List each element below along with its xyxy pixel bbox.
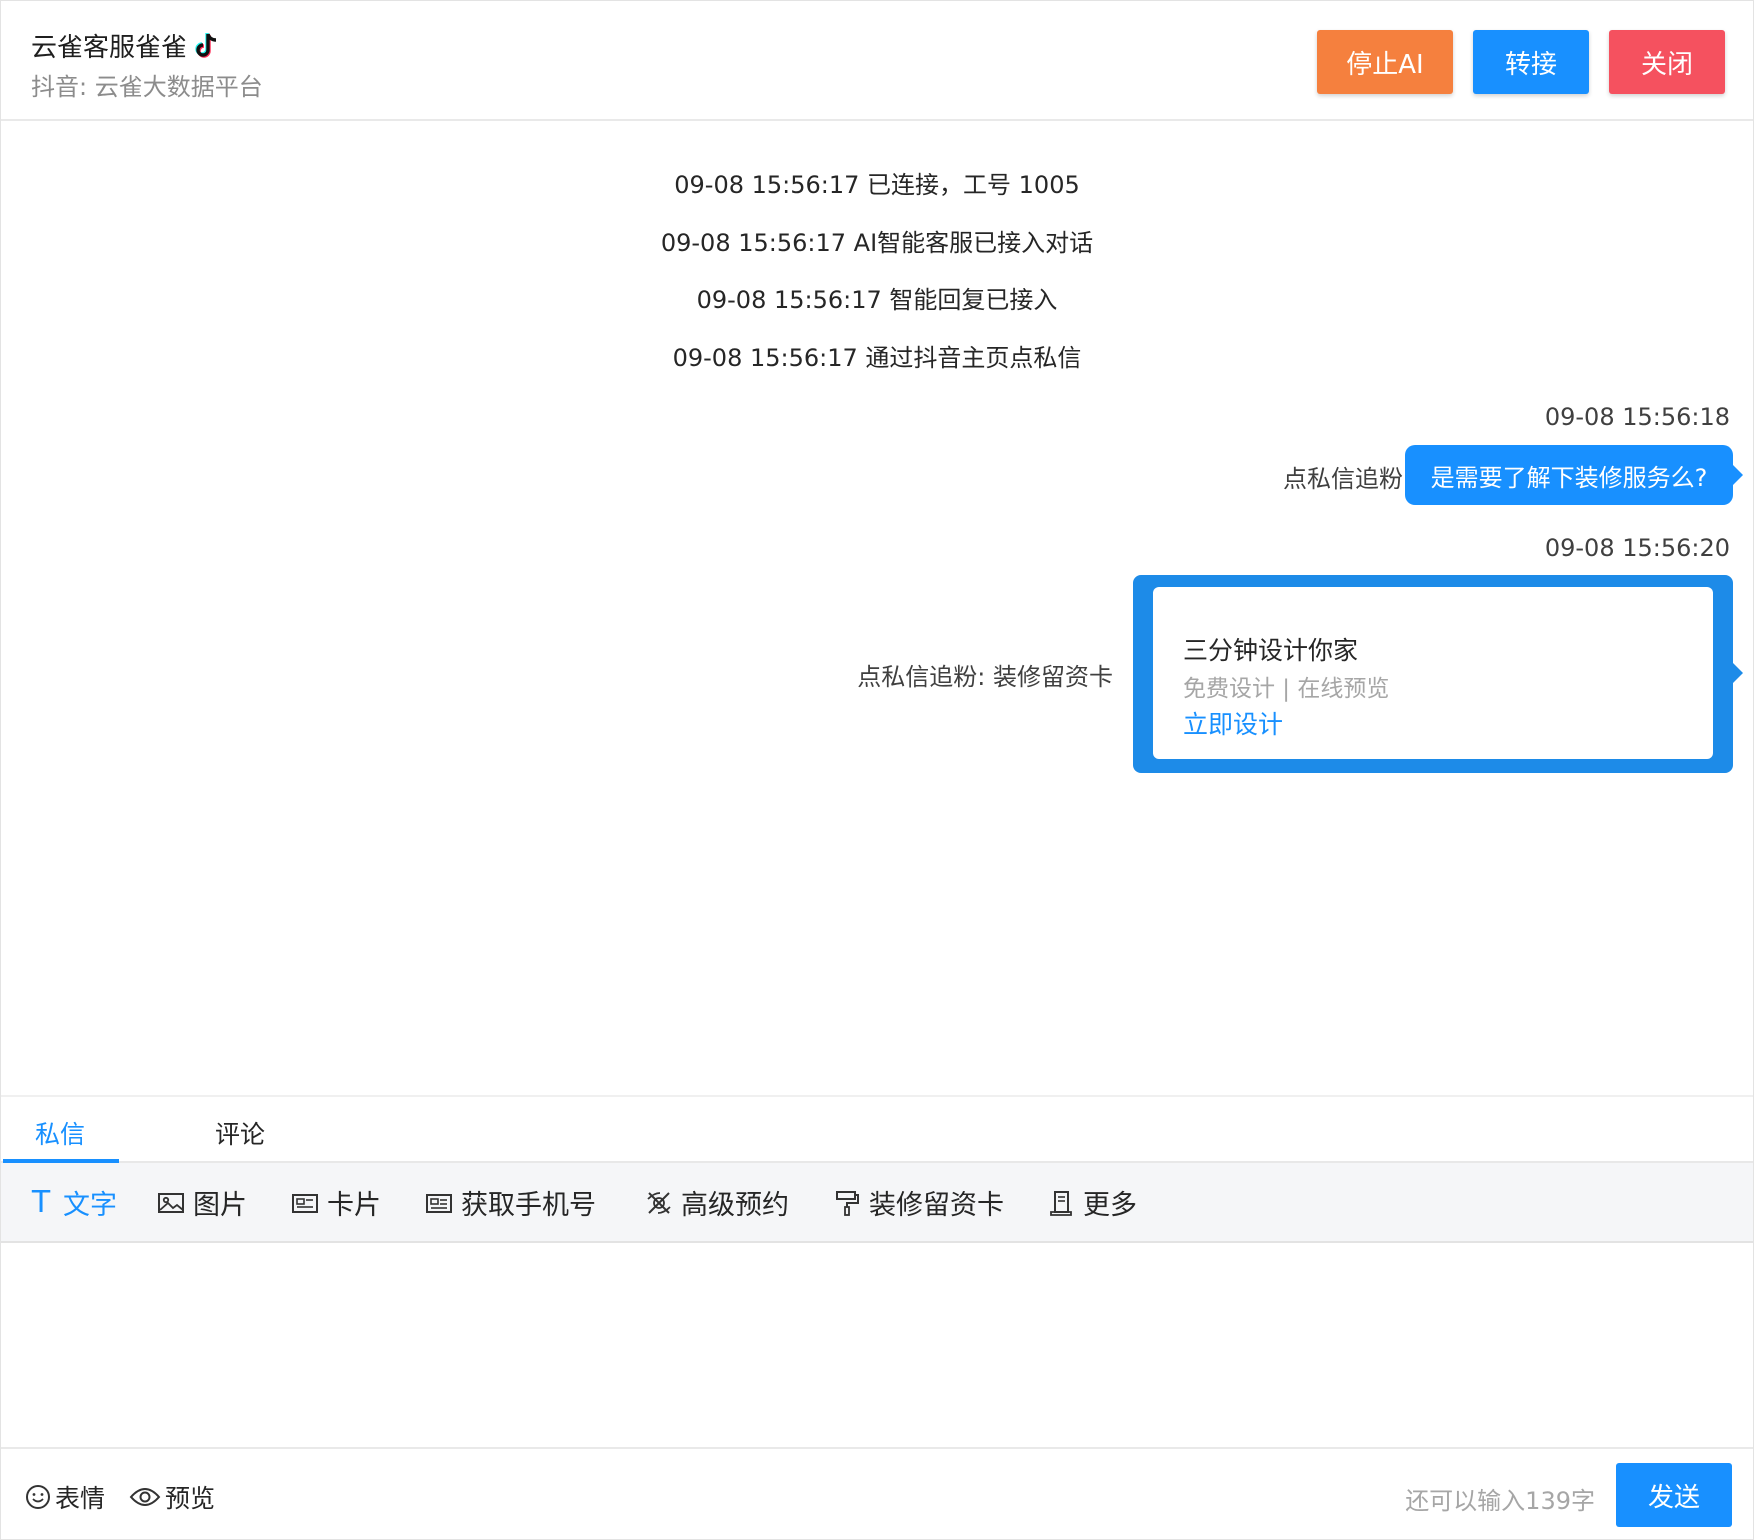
text-icon: T	[31, 1184, 51, 1220]
page-title: 云雀客服雀雀	[31, 33, 188, 63]
tool-label: 图片	[193, 1190, 247, 1221]
tool-renovation-lead-card[interactable]: 装修留资卡	[833, 1183, 1004, 1222]
emoji-label: 表情	[55, 1484, 106, 1513]
emoji-button[interactable]: 表情	[25, 1479, 105, 1515]
tab-private-message[interactable]: 私信	[35, 1115, 85, 1151]
page-subtitle: 抖音: 云雀大数据平台	[31, 73, 263, 101]
message-bubble: 是需要了解下装修服务么?	[1405, 445, 1743, 505]
tool-image[interactable]: 图片	[157, 1183, 247, 1222]
tool-label: 装修留资卡	[869, 1190, 1004, 1221]
message-timestamp: 09-08 15:56:20	[1544, 534, 1730, 562]
system-message: 09-08 15:56:17 通过抖音主页点私信	[672, 344, 1082, 372]
close-button[interactable]: 关闭	[1609, 30, 1725, 94]
chat-header: 云雀客服雀雀 抖音: 云雀大数据平台 停止AI 转接 关闭	[1, 1, 1753, 121]
card-message-bubble: 三分钟设计你家 免费设计 | 在线预览 立即设计	[1133, 575, 1743, 773]
image-icon	[158, 1192, 184, 1213]
tool-label: 高级预约	[681, 1190, 789, 1221]
system-message: 09-08 15:56:17 已连接，工号 1005	[674, 171, 1080, 199]
preview-label: 预览	[165, 1484, 216, 1513]
tiktok-icon	[195, 32, 217, 58]
card-action-link[interactable]: 立即设计	[1183, 705, 1283, 741]
send-button[interactable]: 发送	[1616, 1463, 1732, 1527]
tool-card[interactable]: 卡片	[291, 1183, 381, 1222]
lead-card: 三分钟设计你家 免费设计 | 在线预览 立即设计	[1153, 587, 1713, 759]
title-row: 云雀客服雀雀	[31, 27, 221, 64]
tab-comment[interactable]: 评论	[215, 1115, 265, 1151]
tool-more[interactable]: 更多	[1047, 1183, 1137, 1222]
channel-tabs: 私信 评论	[1, 1095, 1753, 1163]
composer-footer: 表情 预览 还可以输入139字 发送	[1, 1447, 1753, 1539]
more-icon	[1050, 1190, 1072, 1216]
stop-ai-button[interactable]: 停止AI	[1317, 30, 1453, 94]
message-sender: 点私信追粉	[1283, 465, 1403, 493]
tool-label: 卡片	[327, 1190, 381, 1221]
tool-label: 获取手机号	[461, 1190, 596, 1221]
tool-advanced-booking[interactable]: 高级预约	[645, 1183, 789, 1222]
transfer-button[interactable]: 转接	[1473, 30, 1589, 94]
booking-icon	[647, 1191, 671, 1214]
tool-label: 文字	[63, 1190, 117, 1221]
message-sender: 点私信追粉: 装修留资卡	[857, 663, 1113, 691]
card-subtitle: 免费设计 | 在线预览	[1183, 676, 1390, 702]
message-type-toolbar: T 文字 图片 卡片 获取手机号 高级预约 装修留资卡 更多	[1, 1163, 1753, 1243]
card-icon	[292, 1193, 318, 1213]
eye-icon	[129, 1488, 161, 1506]
smile-icon	[26, 1485, 50, 1509]
tool-text[interactable]: T 文字	[27, 1183, 117, 1222]
chat-window: 云雀客服雀雀 抖音: 云雀大数据平台 停止AI 转接 关闭 09-08 15:5…	[0, 0, 1754, 1540]
card-title: 三分钟设计你家	[1183, 636, 1359, 665]
tool-get-phone[interactable]: 获取手机号	[425, 1183, 596, 1222]
id-card-icon	[426, 1193, 452, 1213]
char-counter: 还可以输入139字	[1405, 1487, 1595, 1515]
message-timestamp: 09-08 15:56:18	[1544, 403, 1730, 431]
message-input[interactable]	[5, 1245, 1753, 1449]
system-message: 09-08 15:56:17 AI智能客服已接入对话	[660, 229, 1094, 257]
tool-label: 更多	[1083, 1190, 1137, 1221]
system-message: 09-08 15:56:17 智能回复已接入	[696, 286, 1058, 314]
paint-roller-icon	[836, 1190, 859, 1216]
preview-button[interactable]: 预览	[129, 1479, 215, 1515]
